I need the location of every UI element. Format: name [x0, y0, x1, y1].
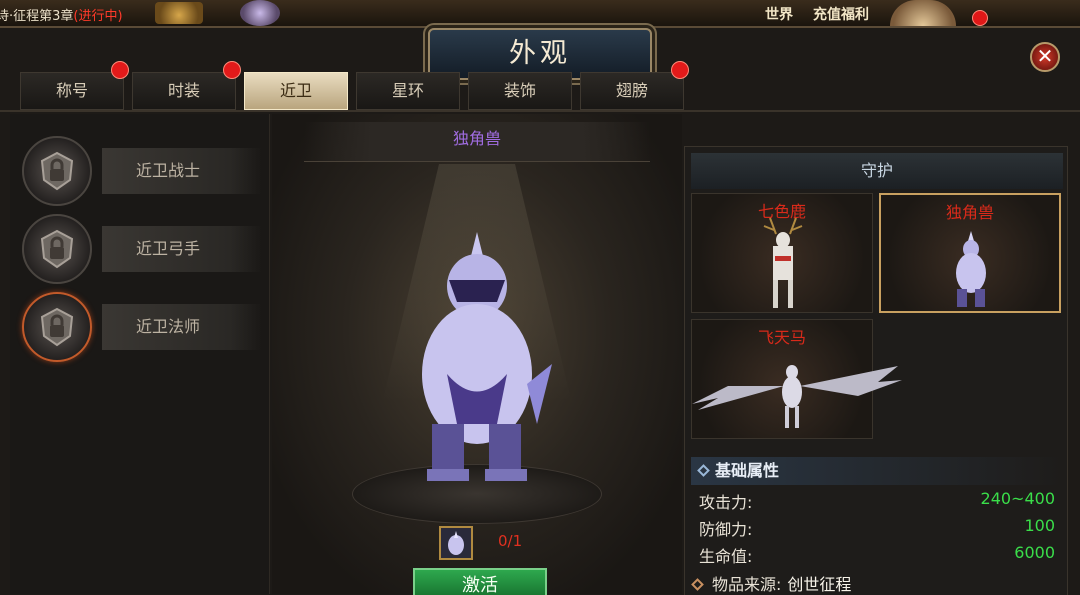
guard-label: 近卫法师	[102, 304, 262, 350]
mount-card-deer[interactable]: 七色鹿	[691, 193, 873, 313]
close-icon: ✕	[1036, 44, 1054, 68]
tab-fashion[interactable]: 时装	[132, 61, 241, 110]
tab-label: 时装	[167, 81, 200, 100]
guard-label: 近卫弓手	[102, 226, 262, 272]
item-source: 物品来源: 创世征程	[691, 571, 851, 595]
guard-warrior-item[interactable]: 近卫战士	[22, 136, 262, 206]
lock-medal-icon	[22, 214, 92, 284]
deer-icon	[763, 217, 803, 308]
guard-archer-item[interactable]: 近卫弓手	[22, 214, 262, 284]
unicorn-mount-model[interactable]	[397, 224, 557, 494]
unicorn-icon	[956, 231, 986, 307]
character-avatar-icon[interactable]	[240, 0, 280, 26]
quest-tracker[interactable]: 诗·征程第3章(进行中)	[0, 5, 123, 24]
tab-label: 称号	[55, 81, 88, 100]
close-button[interactable]: ✕	[1030, 42, 1060, 72]
pegasus-icon	[692, 365, 902, 428]
guardian-header: 守护	[691, 153, 1063, 189]
guard-mage-item[interactable]: 近卫法师	[22, 292, 262, 362]
window-title: 外观	[509, 38, 571, 69]
guard-label: 近卫战士	[102, 148, 262, 194]
stat-row-defense: 防御力: 100	[699, 516, 1055, 540]
guard-class-list: 近卫战士 近卫弓手 近卫法师	[10, 114, 270, 594]
world-top-bar: 诗·征程第3章(进行中) 世界 充值福利	[0, 0, 1080, 26]
tab-label: 近卫	[279, 81, 312, 100]
diamond-icon	[697, 464, 710, 477]
tab-title[interactable]: 称号	[20, 61, 129, 110]
tab-label: 星环	[391, 81, 424, 100]
guardian-panel: 守护 七色鹿 独角兽 飞天马 基础属性 攻击力: 240~400 防御力: 10…	[684, 146, 1068, 595]
tab-wings[interactable]: 翅膀	[580, 61, 689, 110]
tab-divider	[0, 110, 1080, 112]
stat-label: 攻击力:	[699, 493, 753, 512]
quest-text: 诗·征程第3章	[0, 9, 74, 24]
red-dot-badge	[671, 61, 689, 79]
tab-decoration[interactable]: 装饰	[468, 72, 572, 110]
item-source-label: 物品来源:	[712, 575, 782, 594]
lock-medal-icon	[22, 136, 92, 206]
boss-portrait-icon[interactable]	[890, 0, 956, 26]
event-icon[interactable]	[155, 2, 203, 24]
world-button[interactable]: 世界	[765, 4, 793, 24]
item-source-value[interactable]: 创世征程	[787, 575, 851, 594]
lock-medal-icon	[22, 292, 92, 362]
recharge-benefits-button[interactable]: 充值福利	[813, 4, 869, 24]
stat-value: 100	[1024, 516, 1055, 535]
mount-card-label: 飞天马	[757, 328, 806, 347]
stat-value: 6000	[1014, 543, 1055, 562]
mount-name: 独角兽	[304, 122, 650, 162]
diamond-icon	[691, 578, 704, 591]
tab-guard[interactable]: 近卫	[244, 72, 348, 110]
red-dot-badge	[223, 61, 241, 79]
tab-star-ring[interactable]: 星环	[356, 72, 460, 110]
base-attributes-title: 基础属性	[715, 461, 780, 480]
mount-card-unicorn[interactable]: 独角兽	[879, 193, 1061, 313]
base-attributes-header: 基础属性	[691, 457, 1063, 485]
red-dot-badge	[111, 61, 129, 79]
mount-preview-area: 独角兽 0/1 激活	[272, 114, 682, 595]
tab-bar: 称号 时装 近卫 星环 装饰 翅膀	[20, 61, 692, 110]
item-count: 0/1	[498, 532, 523, 550]
stat-label: 生命值:	[699, 547, 753, 566]
stat-label: 防御力:	[699, 520, 753, 539]
stat-row-attack: 攻击力: 240~400	[699, 489, 1055, 513]
unicorn-token-item-icon[interactable]	[439, 526, 473, 560]
game-screen: 诗·征程第3章(进行中) 世界 充值福利 外观 ✕ 称号 时装 近卫 星环 装饰…	[0, 0, 1080, 595]
mount-card-pegasus[interactable]: 飞天马	[691, 319, 902, 439]
notification-dot-icon	[972, 10, 988, 26]
stat-row-health: 生命值: 6000	[699, 543, 1055, 567]
stat-value: 240~400	[980, 489, 1055, 508]
appearance-window: 外观 ✕ 称号 时装 近卫 星环 装饰 翅膀 近卫战士 近卫弓手 近卫法师 独角…	[0, 26, 1080, 595]
quest-status: (进行中)	[73, 9, 123, 24]
tab-label: 装饰	[503, 81, 536, 100]
activate-button[interactable]: 激活	[413, 568, 547, 595]
tab-label: 翅膀	[615, 81, 648, 100]
mount-card-label: 独角兽	[945, 203, 994, 222]
